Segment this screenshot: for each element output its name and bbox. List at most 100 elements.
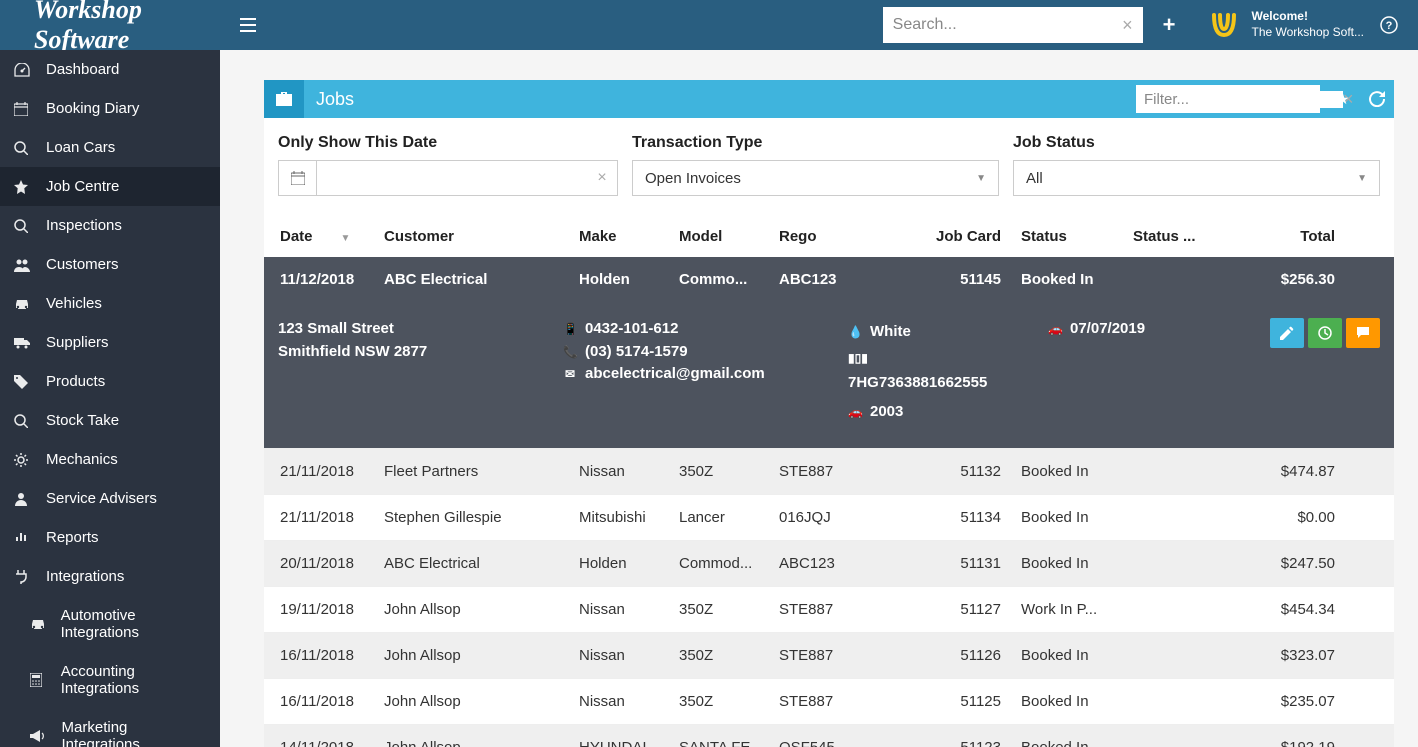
search-input[interactable] (893, 16, 1122, 34)
clock-button[interactable] (1308, 318, 1342, 348)
date-clear-icon[interactable]: × (587, 161, 617, 195)
user-icon (14, 492, 32, 506)
col-rego[interactable]: Rego (779, 228, 921, 245)
col-status-additional[interactable]: Status ... (1133, 228, 1221, 245)
app-header: Workshop Software × + Welcome! The Works… (0, 0, 1418, 50)
sidebar-item-label: Products (46, 373, 105, 390)
calendar-icon[interactable] (279, 161, 317, 195)
sidebar-item-marketing-integrations[interactable]: Marketing Integrations (0, 708, 220, 747)
sidebar-item-dashboard[interactable]: Dashboard (0, 50, 220, 89)
table-row[interactable]: 14/11/2018John AllsopHYUNDAISANTA FEQSF5… (264, 724, 1394, 747)
email-icon: ✉ (563, 365, 577, 383)
car-icon (30, 618, 47, 630)
edit-button[interactable] (1270, 318, 1304, 348)
phone-icon: 📞 (563, 343, 577, 361)
sidebar-item-inspections[interactable]: Inspections (0, 206, 220, 245)
vehicle-color: White (870, 318, 911, 347)
col-jobcard[interactable]: Job Card (921, 228, 1021, 245)
cogs-icon (14, 453, 32, 467)
table-row[interactable]: 21/11/2018Stephen GillespieMitsubishiLan… (264, 494, 1394, 540)
job-status-select[interactable]: All ▼ (1013, 160, 1380, 196)
sidebar-item-label: Reports (46, 529, 99, 546)
address-line2: Smithfield NSW 2877 (278, 341, 553, 364)
sidebar-item-label: Loan Cars (46, 139, 115, 156)
sidebar-item-mechanics[interactable]: Mechanics (0, 440, 220, 479)
sidebar-item-label: Vehicles (46, 295, 102, 312)
search-icon (14, 141, 32, 155)
favorite-button[interactable]: ★ (1326, 80, 1360, 118)
truck-icon (14, 337, 32, 349)
chevron-down-icon: ▼ (1357, 173, 1367, 184)
sidebar-item-label: Stock Take (46, 412, 119, 429)
transaction-type-select[interactable]: Open Invoices ▼ (632, 160, 999, 196)
date-filter[interactable]: × (278, 160, 618, 196)
calendar-icon (14, 102, 32, 116)
table-row[interactable]: 20/11/2018ABC ElectricalHoldenCommod...A… (264, 540, 1394, 586)
sidebar-item-suppliers[interactable]: Suppliers (0, 323, 220, 362)
paint-icon: 💧 (848, 321, 862, 344)
sidebar-item-products[interactable]: Products (0, 362, 220, 401)
menu-toggle[interactable] (232, 18, 264, 32)
col-status[interactable]: Status (1021, 228, 1133, 245)
sidebar-item-label: Customers (46, 256, 119, 273)
sidebar-item-stock-take[interactable]: Stock Take (0, 401, 220, 440)
refresh-button[interactable] (1360, 80, 1394, 118)
sidebar-item-customers[interactable]: Customers (0, 245, 220, 284)
sidebar-item-label: Inspections (46, 217, 122, 234)
col-total[interactable]: Total (1221, 228, 1341, 245)
star-icon (14, 180, 32, 194)
sidebar-item-reports[interactable]: Reports (0, 518, 220, 557)
sidebar-item-automotive-integrations[interactable]: Automotive Integrations (0, 596, 220, 652)
sidebar-item-service-advisers[interactable]: Service Advisers (0, 479, 220, 518)
chart-icon (14, 531, 32, 545)
page-title: Jobs (304, 89, 1136, 110)
car-icon: 🚗 (1048, 320, 1062, 338)
filter-input[interactable] (1144, 91, 1343, 108)
sidebar-item-integrations[interactable]: Integrations (0, 557, 220, 596)
row-details: 123 Small Street Smithfield NSW 2877 📱04… (264, 302, 1394, 448)
table-row[interactable]: 16/11/2018John AllsopNissan350ZSTE887511… (264, 632, 1394, 678)
sidebar-item-label: Job Centre (46, 178, 119, 195)
calc-icon (30, 673, 47, 687)
sidebar-item-label: Mechanics (46, 451, 118, 468)
sidebar-item-accounting-integrations[interactable]: Accounting Integrations (0, 652, 220, 708)
users-icon (14, 258, 32, 272)
date-filter-label: Only Show This Date (278, 134, 618, 152)
sidebar-item-label: Accounting Integrations (61, 663, 206, 697)
message-button[interactable] (1346, 318, 1380, 348)
col-date[interactable]: Date▼ (278, 228, 384, 245)
email-address: abcelectrical@gmail.com (585, 363, 765, 386)
col-make[interactable]: Make (579, 228, 679, 245)
table-row-expanded[interactable]: 11/12/2018 ABC Electrical Holden Commo..… (264, 257, 1394, 302)
global-search[interactable]: × (883, 7, 1143, 43)
col-customer[interactable]: Customer (384, 228, 579, 245)
col-model[interactable]: Model (679, 228, 779, 245)
job-status-label: Job Status (1013, 134, 1380, 152)
content-area: Jobs × ★ Only Show This Date (220, 50, 1418, 747)
table-row[interactable]: 16/11/2018John AllsopNissan350ZSTE887511… (264, 678, 1394, 724)
add-button[interactable]: + (1143, 12, 1196, 38)
due-date: 07/07/2019 (1070, 318, 1145, 341)
chevron-down-icon: ▼ (976, 173, 986, 184)
sidebar-item-job-centre[interactable]: Job Centre (0, 167, 220, 206)
sidebar-item-vehicles[interactable]: Vehicles (0, 284, 220, 323)
search-icon (14, 219, 32, 233)
search-icon (14, 414, 32, 428)
mobile-number: 0432-101-612 (585, 318, 678, 341)
vin-number: 7HG7363881662555 (848, 369, 1038, 398)
dashboard-icon (14, 63, 32, 77)
date-input[interactable] (317, 161, 587, 195)
filter-box[interactable]: × (1136, 85, 1320, 113)
address-line1: 123 Small Street (278, 318, 553, 341)
sidebar-item-label: Integrations (46, 568, 124, 585)
sidebar-item-label: Service Advisers (46, 490, 157, 507)
sidebar-item-loan-cars[interactable]: Loan Cars (0, 128, 220, 167)
table-header: Date▼ Customer Make Model Rego Job Card … (264, 216, 1394, 257)
plug-icon (14, 570, 32, 584)
search-clear-icon[interactable]: × (1122, 15, 1133, 36)
table-row[interactable]: 19/11/2018John AllsopNissan350ZSTE887511… (264, 586, 1394, 632)
sidebar-item-booking-diary[interactable]: Booking Diary (0, 89, 220, 128)
table-row[interactable]: 21/11/2018Fleet PartnersNissan350ZSTE887… (264, 448, 1394, 494)
help-icon[interactable]: ? (1364, 16, 1406, 34)
filter-bar: Only Show This Date × Transaction Type O… (264, 118, 1394, 216)
